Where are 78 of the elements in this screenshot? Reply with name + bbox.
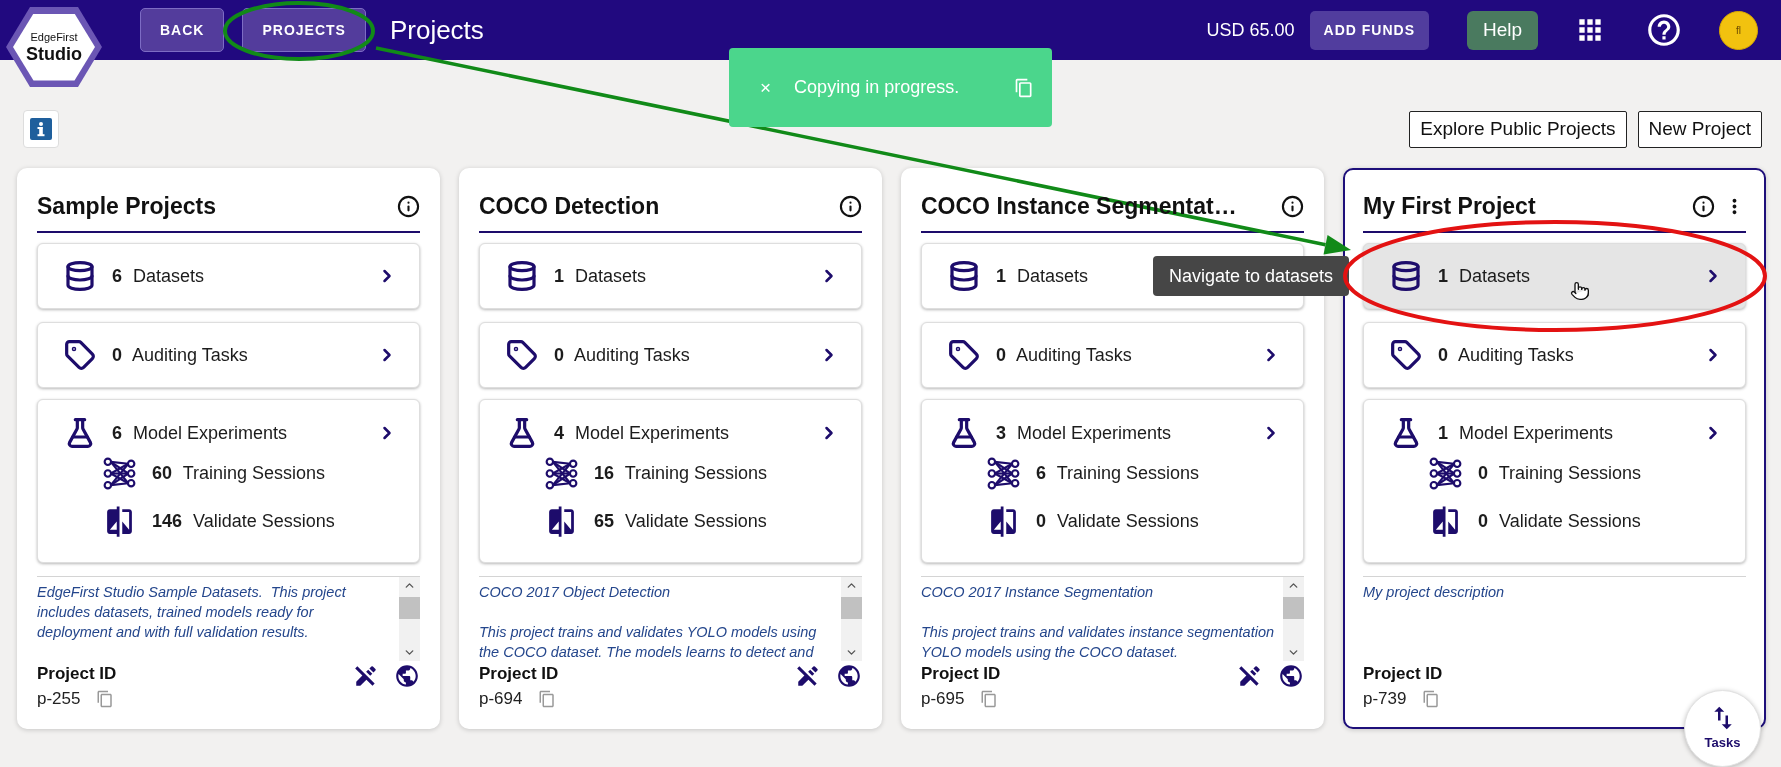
avatar[interactable]: fl [1719, 10, 1758, 50]
model-experiments-link[interactable]: 1 Model Experiments [1390, 417, 1723, 449]
training-sessions-count: 60 Training Sessions [152, 462, 326, 484]
new-project-button[interactable]: New Project [1637, 110, 1762, 148]
project-id: p-695 [921, 689, 965, 709]
auditing-tasks-link[interactable]: 0 Auditing Tasks [1363, 322, 1746, 388]
project-description: My project description [1363, 583, 1506, 602]
tag-icon [64, 339, 96, 371]
scrollbar[interactable] [1283, 577, 1304, 661]
training-sessions-count: 6 Training Sessions [1036, 462, 1200, 484]
model-experiments-link[interactable]: 6 Model Experiments [64, 417, 397, 449]
datasets-link[interactable]: 6 Datasets [37, 243, 420, 309]
info-icon[interactable] [1281, 195, 1304, 218]
project-id-label: Project ID [921, 663, 1001, 685]
network-icon [545, 456, 578, 490]
auditing-tasks-link[interactable]: 0 Auditing Tasks [479, 322, 862, 388]
model-experiments-link[interactable]: 3 Model Experiments [948, 417, 1281, 449]
info-button[interactable] [23, 110, 59, 148]
scrollbar-thumb[interactable] [1283, 597, 1304, 619]
network-icon [103, 456, 136, 490]
logo-small-text: EdgeFirst [30, 30, 78, 44]
network-icon [987, 456, 1020, 490]
tag-icon [506, 339, 538, 371]
info-icon[interactable] [1692, 195, 1715, 218]
project-id-label: Project ID [37, 663, 117, 685]
explore-button[interactable]: Explore Public Projects [1409, 110, 1627, 148]
database-icon [64, 260, 96, 292]
project-id: p-694 [479, 689, 523, 709]
back-button[interactable]: BACK [140, 8, 225, 52]
auditing-tasks-link[interactable]: 0 Auditing Tasks [921, 322, 1304, 388]
project-title: COCO Detection [479, 193, 661, 220]
validate-sessions-count: 146 Validate Sessions [152, 510, 335, 532]
project-description: COCO 2017 Object Detection This project trains and validates YOLO models using the COCO dataset. The models learns to detect and [479, 583, 818, 661]
info-icon [30, 118, 52, 140]
info-icon[interactable] [839, 195, 862, 218]
database-icon [1390, 260, 1422, 292]
page-title: Projects [389, 14, 484, 46]
tooltip: Navigate to datasets [1152, 256, 1349, 296]
copy-icon[interactable] [96, 690, 115, 708]
project-title: Sample Projects [37, 193, 217, 220]
logo-text: Studio [26, 43, 82, 64]
training-sessions-count: 0 Training Sessions [1478, 462, 1642, 484]
project-id-label: Project ID [1363, 663, 1443, 685]
add-funds-button[interactable]: ADD FUNDS [1309, 10, 1429, 50]
help-icon[interactable] [1645, 11, 1683, 49]
datasets-link[interactable]: 1 Datasets [479, 243, 862, 309]
hand-cursor-icon [1570, 279, 1590, 303]
validate-sessions-count: 0 Validate Sessions [1036, 510, 1199, 532]
scrollbar-thumb[interactable] [841, 597, 862, 619]
help-button[interactable]: Help [1467, 10, 1538, 50]
training-sessions-count: 16 Training Sessions [594, 462, 768, 484]
copy-icon[interactable] [980, 690, 999, 708]
balance: USD 65.00 [1206, 19, 1295, 41]
scrollbar[interactable] [399, 577, 420, 661]
toast-message: Copying in progress. [794, 77, 960, 98]
validate-sessions-count: 0 Validate Sessions [1478, 510, 1641, 532]
project-id: p-255 [37, 689, 81, 709]
validate-sessions-count: 65 Validate Sessions [594, 510, 767, 532]
nav-button[interactable]: PROJECTS [242, 8, 366, 52]
tag-icon [1390, 339, 1422, 371]
auditing-tasks-link[interactable]: 0 Auditing Tasks [37, 322, 420, 388]
project-id: p-739 [1363, 689, 1407, 709]
model-experiments-link[interactable]: 4 Model Experiments [506, 417, 839, 449]
info-icon[interactable] [397, 195, 420, 218]
scrollbar[interactable] [841, 577, 862, 661]
datasets-link[interactable]: 1 Datasets [1363, 243, 1746, 309]
database-icon [506, 260, 538, 292]
project-description: EdgeFirst Studio Sample Datasets. This project includes datasets, trained models ready for deployment and with full validation results. [37, 583, 348, 642]
scrollbar-thumb[interactable] [399, 597, 420, 619]
tag-icon [948, 339, 980, 371]
project-id-label: Project ID [479, 663, 559, 685]
logo[interactable]: EdgeFirst Studio [6, 7, 102, 87]
copy-icon[interactable] [1422, 690, 1441, 708]
project-description: COCO 2017 Instance Segmentation This project trains and validates instance segmentation YOLO models using the COCO dataset. [921, 583, 1276, 661]
network-icon [1429, 456, 1462, 490]
project-title: My First Project [1363, 193, 1537, 220]
copy-icon[interactable] [538, 690, 557, 708]
database-icon [948, 260, 980, 292]
